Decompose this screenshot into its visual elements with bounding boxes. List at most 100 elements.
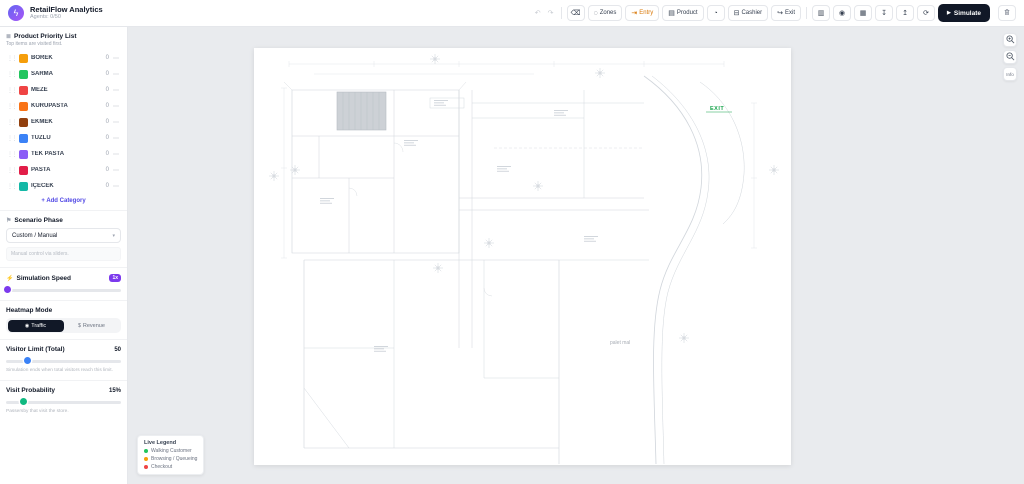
toolbar-divider — [560, 7, 562, 19]
category-row[interactable]: ⋮⋮ KURUPASTA 0 ⋯ — [6, 98, 121, 114]
cashier-icon: ⊟ — [733, 9, 740, 17]
drag-handle-icon[interactable]: ⋮⋮ — [7, 183, 18, 190]
category-menu-button[interactable]: ⋯ — [112, 55, 120, 62]
heatmap-traffic-button[interactable]: ◉ Traffic — [7, 319, 64, 332]
category-label: SARMA — [31, 71, 53, 77]
entry-tool-button[interactable]: ⇥ Entry — [625, 5, 660, 21]
zones-button[interactable]: ◌ Zones — [587, 5, 623, 21]
priority-subtitle: Top items are visited first. — [6, 41, 63, 47]
category-row[interactable]: ⋮⋮ PASTA 0 ⋯ — [6, 162, 121, 178]
category-row[interactable]: ⋮⋮ İÇECEK 0 ⋯ — [6, 178, 121, 194]
category-label: İÇECEK — [31, 183, 54, 189]
product-icon: ▤ — [668, 9, 675, 17]
exit-tool-button[interactable]: ↪ Exit — [771, 5, 802, 21]
live-legend: Live Legend Walking Customer Browsing / … — [137, 435, 205, 475]
visitor-limit-slider-thumb[interactable] — [23, 357, 31, 364]
speed-title: Simulation Speed — [16, 274, 72, 282]
visit-probability-hint: Passersby that visit the store. — [6, 409, 69, 415]
product-tool-button[interactable]: ▤ Product — [662, 5, 704, 21]
screenshot-button[interactable]: ◉ — [833, 5, 852, 21]
chevron-down-icon: ▾ — [112, 232, 115, 239]
drag-handle-icon[interactable]: ⋮⋮ — [7, 151, 18, 158]
add-category-label: Add Category — [46, 198, 86, 204]
product-priority-section: ≣ Product Priority List Top items are vi… — [0, 27, 127, 210]
legend-item: Walking Customer — [144, 448, 197, 454]
chart-button[interactable]: ▥ — [812, 5, 831, 21]
category-row[interactable]: ⋮⋮ MEZE 0 ⋯ — [6, 82, 121, 98]
heatmap-revenue-button[interactable]: $ Revenue — [64, 320, 120, 332]
info-button[interactable]: Info — [1003, 67, 1017, 81]
page-title: RetailFlow Analytics — [30, 5, 103, 15]
scenario-hint: Manual control via sliders. — [6, 247, 121, 261]
category-count: 0 — [105, 183, 109, 189]
revenue-icon: $ — [78, 322, 81, 329]
undo-icon: ↶ — [534, 9, 541, 17]
category-row[interactable]: ⋮⋮ TEK PASTA 0 ⋯ — [6, 146, 121, 162]
category-label: TEK PASTA — [31, 151, 65, 157]
undo-button[interactable]: ↶ — [532, 5, 543, 21]
category-color-icon — [19, 117, 28, 127]
visit-probability-slider[interactable] — [6, 398, 121, 406]
legend-item: Checkout — [144, 464, 197, 470]
redo-button[interactable]: ↷ — [545, 5, 556, 21]
scenario-phase-section: ⚑ Scenario Phase Custom / Manual ▾ Manua… — [0, 210, 127, 267]
cashier-tool-button[interactable]: ⊟ Cashier — [727, 5, 769, 21]
play-icon: ▶ — [947, 10, 951, 16]
plus-icon: + — [41, 198, 45, 204]
drag-handle-icon[interactable]: ⋮⋮ — [7, 119, 18, 126]
category-menu-button[interactable]: ⋯ — [112, 183, 120, 190]
floorplan-canvas[interactable]: EXIT palet mal — [254, 48, 791, 465]
clear-all-button[interactable] — [998, 5, 1016, 21]
zoom-out-button[interactable] — [1003, 50, 1017, 64]
app-header: ϟ RetailFlow Analytics Agents: 0/50 ↶ ↷ … — [0, 0, 1024, 27]
download-button[interactable]: ↧ — [875, 5, 894, 21]
visit-probability-section: Visit Probability 15% Passersby that vis… — [0, 380, 127, 421]
category-row[interactable]: ⋮⋮ TUZLU 0 ⋯ — [6, 130, 121, 146]
simulate-label: Simulate — [953, 9, 981, 17]
floorplan-drawing: EXIT palet mal — [268, 53, 780, 465]
logo-bolt-icon: ϟ — [13, 8, 19, 18]
category-menu-button[interactable]: ⋯ — [112, 119, 120, 126]
legend-item-label: Browsing / Queueing — [151, 456, 198, 462]
list-icon: ≣ — [6, 34, 12, 40]
upload-button[interactable]: ↥ — [896, 5, 915, 21]
visit-probability-slider-thumb[interactable] — [20, 398, 28, 406]
zones-icon: ◌ — [593, 9, 598, 17]
eraser-button[interactable]: ⌫ — [566, 5, 585, 21]
app-logo: ϟ — [8, 5, 24, 21]
speed-slider[interactable] — [4, 286, 121, 294]
zoom-in-icon — [1005, 34, 1015, 46]
category-row[interactable]: ⋮⋮ EKMEK 0 ⋯ — [6, 114, 121, 130]
drag-handle-icon[interactable]: ⋮⋮ — [7, 55, 18, 62]
palet-mal-label: palet mal — [610, 340, 630, 346]
category-menu-button[interactable]: ⋯ — [112, 71, 120, 78]
scenario-phase-select[interactable]: Custom / Manual ▾ — [6, 228, 121, 243]
priority-section-header: ≣ Product Priority List — [6, 33, 121, 40]
browsing-dot-icon — [144, 457, 148, 461]
reset-button[interactable]: ⟳ — [917, 5, 936, 21]
simulate-button[interactable]: ▶ Simulate — [938, 4, 990, 22]
category-menu-button[interactable]: ⋯ — [112, 151, 120, 158]
category-row[interactable]: ⋮⋮ BÖREK 0 ⋯ — [6, 50, 121, 66]
drag-handle-icon[interactable]: ⋮⋮ — [7, 103, 18, 110]
heatmap-grid-button[interactable]: ▦ — [854, 5, 873, 21]
scenario-section-header: ⚑ Scenario Phase — [6, 217, 121, 224]
drag-handle-icon[interactable]: ⋮⋮ — [7, 87, 18, 94]
zoom-in-button[interactable] — [1003, 33, 1017, 47]
walking-dot-icon — [144, 449, 148, 453]
drag-handle-icon[interactable]: ⋮⋮ — [7, 135, 18, 142]
add-category-button[interactable]: + Add Category — [6, 198, 121, 204]
category-row[interactable]: ⋮⋮ SARMA 0 ⋯ — [6, 66, 121, 82]
category-menu-button[interactable]: ⋯ — [112, 135, 120, 142]
legend-item-label: Checkout — [151, 464, 173, 470]
drag-handle-icon[interactable]: ⋮⋮ — [7, 167, 18, 174]
visitor-limit-slider[interactable] — [6, 357, 121, 365]
category-color-icon — [19, 85, 28, 95]
drag-handle-icon[interactable]: ⋮⋮ — [7, 71, 18, 78]
category-menu-button[interactable]: ⋯ — [112, 103, 120, 110]
paint-tool-button[interactable]: ◔ — [706, 5, 725, 21]
category-menu-button[interactable]: ⋯ — [112, 87, 120, 94]
category-menu-button[interactable]: ⋯ — [112, 167, 120, 174]
refresh-icon: ⟳ — [923, 9, 929, 17]
speed-slider-thumb[interactable] — [4, 286, 12, 293]
